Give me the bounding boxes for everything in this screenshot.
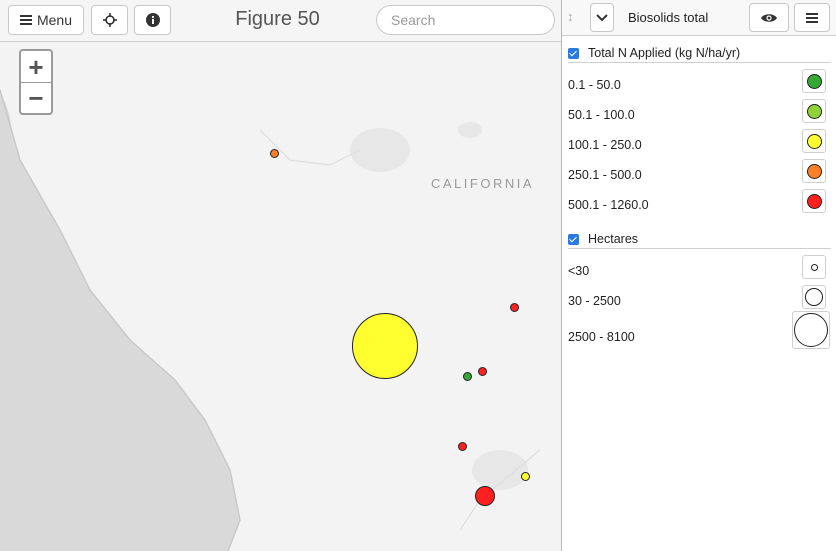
legend-size-swatch — [802, 285, 826, 309]
size-circle — [805, 288, 823, 306]
info-button[interactable] — [134, 5, 171, 35]
hamburger-icon — [806, 12, 818, 23]
panel-menu-button[interactable] — [794, 3, 830, 32]
legend-swatch — [802, 69, 826, 93]
biosolids-site-marker[interactable] — [520, 471, 530, 481]
legend-label: 50.1 - 100.0 — [568, 108, 635, 122]
biosolids-site-marker[interactable] — [509, 302, 519, 312]
info-icon — [145, 13, 160, 27]
legend-panel: ↕ Biosolids total Total N Applied (kg N/… — [561, 0, 836, 551]
menu-button[interactable]: Menu — [8, 5, 84, 35]
legend-row: 500.1 - 1260.0 — [568, 189, 831, 221]
resize-handle-icon[interactable]: ↕ — [567, 9, 574, 24]
menu-button-label: Menu — [36, 12, 73, 28]
zoom-out-button[interactable]: − — [21, 82, 51, 113]
section-checkbox[interactable] — [568, 234, 579, 245]
color-dot — [806, 193, 822, 209]
legend-swatch — [802, 189, 826, 213]
legend-label: 100.1 - 250.0 — [568, 138, 642, 152]
legend-header: ↕ Biosolids total — [562, 0, 836, 36]
color-dot — [806, 163, 822, 179]
legend-size-swatch — [802, 255, 826, 279]
legend-section-n[interactable]: Total N Applied (kg N/ha/yr) — [568, 46, 831, 63]
biosolids-site-marker[interactable] — [462, 371, 472, 381]
biosolids-site-marker[interactable] — [457, 441, 467, 451]
legend-swatch — [802, 99, 826, 123]
legend-size-swatch — [792, 311, 830, 349]
biosolids-site-marker[interactable] — [352, 313, 418, 379]
legend-section-hectares[interactable]: Hectares — [568, 232, 831, 249]
legend-row: 0.1 - 50.0 — [568, 69, 831, 101]
biosolids-site-marker[interactable] — [475, 486, 495, 506]
size-circle — [794, 313, 828, 347]
legend-row: 100.1 - 250.0 — [568, 129, 831, 161]
size-circle — [810, 263, 818, 271]
legend-label: 2500 - 8100 — [568, 330, 635, 344]
color-dot — [806, 103, 822, 119]
search-input[interactable] — [376, 5, 555, 35]
layer-name: Biosolids total — [628, 10, 709, 25]
hamburger-icon — [19, 15, 32, 25]
legend-swatch — [802, 159, 826, 183]
biosolids-site-marker[interactable] — [269, 148, 279, 158]
map-view[interactable]: CALIFORNIA + − — [0, 0, 561, 551]
zoom-in-button[interactable]: + — [21, 51, 51, 82]
basemap — [0, 89, 541, 551]
zoom-control: + − — [19, 49, 53, 115]
legend-label: 250.1 - 500.0 — [568, 168, 642, 182]
urban-area — [458, 122, 482, 138]
state-label: CALIFORNIA — [431, 176, 535, 191]
river — [259, 129, 361, 166]
section-checkbox[interactable] — [568, 48, 579, 59]
legend-label: 500.1 - 1260.0 — [568, 198, 649, 212]
ocean-area — [0, 90, 240, 551]
legend-row: 2500 - 8100 — [568, 311, 831, 353]
layer-dropdown-button[interactable] — [590, 3, 614, 32]
color-dot — [806, 133, 822, 149]
color-dot — [806, 73, 822, 89]
eye-icon — [761, 13, 777, 22]
section-title: Hectares — [588, 232, 639, 246]
legend-row: 50.1 - 100.0 — [568, 99, 831, 131]
locate-button[interactable] — [91, 5, 128, 35]
legend-row: 250.1 - 500.0 — [568, 159, 831, 191]
visibility-button[interactable] — [749, 3, 789, 32]
top-toolbar: Menu Figure 50 — [0, 0, 561, 42]
legend-label: 0.1 - 50.0 — [568, 78, 621, 92]
chevron-down-icon — [596, 13, 608, 21]
crosshair-icon — [102, 13, 117, 27]
legend-row: <30 — [568, 255, 831, 287]
legend-label: 30 - 2500 — [568, 294, 621, 308]
legend-label: <30 — [568, 264, 590, 278]
biosolids-site-marker[interactable] — [477, 366, 487, 376]
section-title: Total N Applied (kg N/ha/yr) — [588, 46, 741, 60]
legend-swatch — [802, 129, 826, 153]
page-title: Figure 50 — [235, 8, 320, 30]
